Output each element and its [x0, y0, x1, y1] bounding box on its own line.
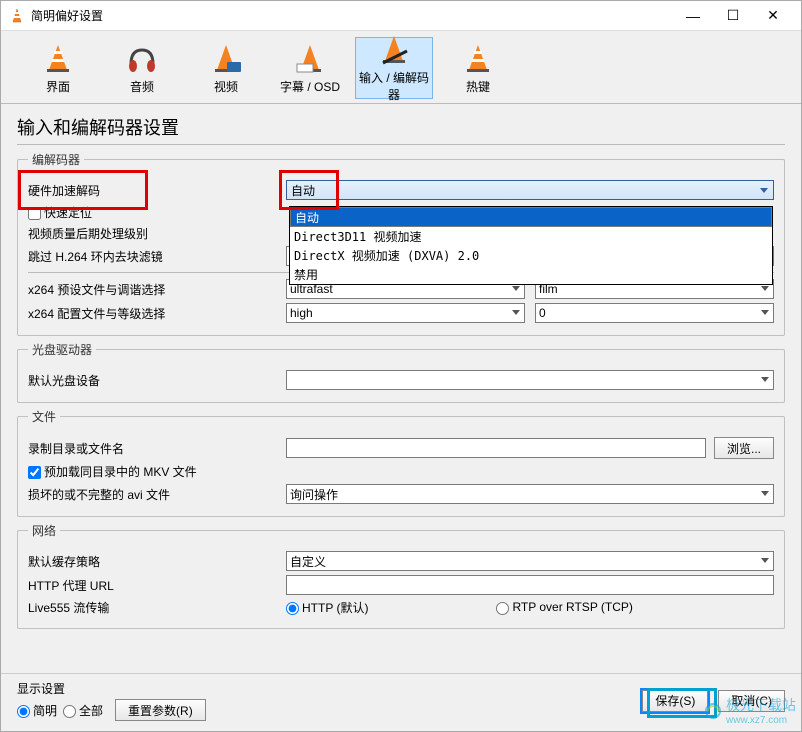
group-network: 网络 默认缓存策略 HTTP 代理 URL Live555 流传输 HTTP (…	[17, 522, 785, 629]
tab-label: 热键	[466, 78, 490, 95]
tab-label: 输入 / 编解码器	[356, 69, 432, 103]
headphones-icon	[125, 42, 159, 76]
hw-decode-select[interactable]: 自动	[286, 180, 774, 200]
postproc-label: 视频质量后期处理级别	[28, 225, 278, 242]
preload-mkv-checkbox[interactable]: 预加载同目录中的 MKV 文件	[28, 463, 197, 480]
record-dir-input[interactable]	[286, 438, 706, 458]
all-radio[interactable]: 全部	[63, 702, 103, 719]
maximize-button[interactable]: ☐	[713, 2, 753, 30]
tab-label: 字幕 / OSD	[280, 78, 340, 95]
group-legend: 光盘驱动器	[28, 341, 96, 358]
tab-input-codecs[interactable]: 输入 / 编解码器	[355, 37, 433, 99]
record-dir-label: 录制目录或文件名	[28, 440, 278, 457]
cone-jack-icon	[377, 33, 411, 67]
simple-radio[interactable]: 简明	[17, 702, 57, 719]
cancel-button[interactable]: 取消(C)	[718, 690, 785, 712]
group-disc: 光盘驱动器 默认光盘设备	[17, 341, 785, 403]
x264-level-input[interactable]	[535, 303, 774, 323]
cache-policy-label: 默认缓存策略	[28, 553, 278, 570]
dropdown-option[interactable]: 自动	[290, 207, 772, 227]
tab-label: 音频	[130, 78, 154, 95]
separator	[1, 103, 801, 104]
footer: 显示设置 简明 全部 重置参数(R) 保存(S) 取消(C)	[1, 673, 801, 731]
titlebar: 简明偏好设置 — ☐ ✕	[1, 1, 801, 31]
dropdown-option[interactable]: DirectX 视频加速 (DXVA) 2.0	[290, 246, 772, 265]
group-files: 文件 录制目录或文件名 浏览... 预加载同目录中的 MKV 文件 损坏的或不完…	[17, 408, 785, 517]
tab-hotkeys[interactable]: 热键	[439, 37, 517, 99]
cone-sub-icon	[293, 42, 327, 76]
window-title: 简明偏好设置	[31, 7, 673, 24]
close-button[interactable]: ✕	[753, 2, 793, 30]
default-disc-select[interactable]	[286, 370, 774, 390]
cone-icon	[41, 42, 75, 76]
http-proxy-input[interactable]	[286, 575, 774, 595]
hw-decode-label: 硬件加速解码	[28, 182, 278, 199]
toolbar: 界面 音频 视频 字幕 / OSD 输入 / 编解码器 热键	[1, 31, 801, 101]
cone-video-icon	[209, 42, 243, 76]
skip-loopfilter-label: 跳过 H.264 环内去块滤镜	[28, 248, 278, 265]
vlc-icon	[9, 8, 25, 24]
group-legend: 编解码器	[28, 151, 84, 168]
save-button[interactable]: 保存(S)	[642, 690, 708, 712]
broken-avi-label: 损坏的或不完整的 avi 文件	[28, 486, 278, 503]
x264-preset-label: x264 预设文件与调谐选择	[28, 281, 278, 298]
tab-video[interactable]: 视频	[187, 37, 265, 99]
fast-seek-checkbox[interactable]: 快速定位	[28, 204, 92, 221]
show-settings-label: 显示设置	[17, 680, 206, 697]
cache-policy-select[interactable]	[286, 551, 774, 571]
default-disc-label: 默认光盘设备	[28, 372, 278, 389]
tab-label: 视频	[214, 78, 238, 95]
x264-profile-label: x264 配置文件与等级选择	[28, 305, 278, 322]
http-radio[interactable]: HTTP (默认)	[286, 599, 368, 616]
cone-icon	[461, 42, 495, 76]
separator	[17, 144, 785, 145]
tab-audio[interactable]: 音频	[103, 37, 181, 99]
tab-label: 界面	[46, 78, 70, 95]
hw-decode-dropdown[interactable]: 自动 Direct3D11 视频加速 DirectX 视频加速 (DXVA) 2…	[289, 206, 773, 285]
reset-button[interactable]: 重置参数(R)	[115, 699, 206, 721]
rtp-radio[interactable]: RTP over RTSP (TCP)	[496, 600, 632, 614]
browse-button[interactable]: 浏览...	[714, 437, 774, 459]
live555-label: Live555 流传输	[28, 599, 278, 616]
dropdown-option[interactable]: 禁用	[290, 265, 772, 284]
tab-subtitles[interactable]: 字幕 / OSD	[271, 37, 349, 99]
broken-avi-select[interactable]	[286, 484, 774, 504]
dropdown-option[interactable]: Direct3D11 视频加速	[290, 227, 772, 246]
page-title: 输入和编解码器设置	[17, 114, 785, 142]
group-legend: 文件	[28, 408, 60, 425]
minimize-button[interactable]: —	[673, 2, 713, 30]
http-proxy-label: HTTP 代理 URL	[28, 577, 278, 594]
tab-interface[interactable]: 界面	[19, 37, 97, 99]
group-legend: 网络	[28, 522, 60, 539]
x264-profile-select[interactable]	[286, 303, 525, 323]
